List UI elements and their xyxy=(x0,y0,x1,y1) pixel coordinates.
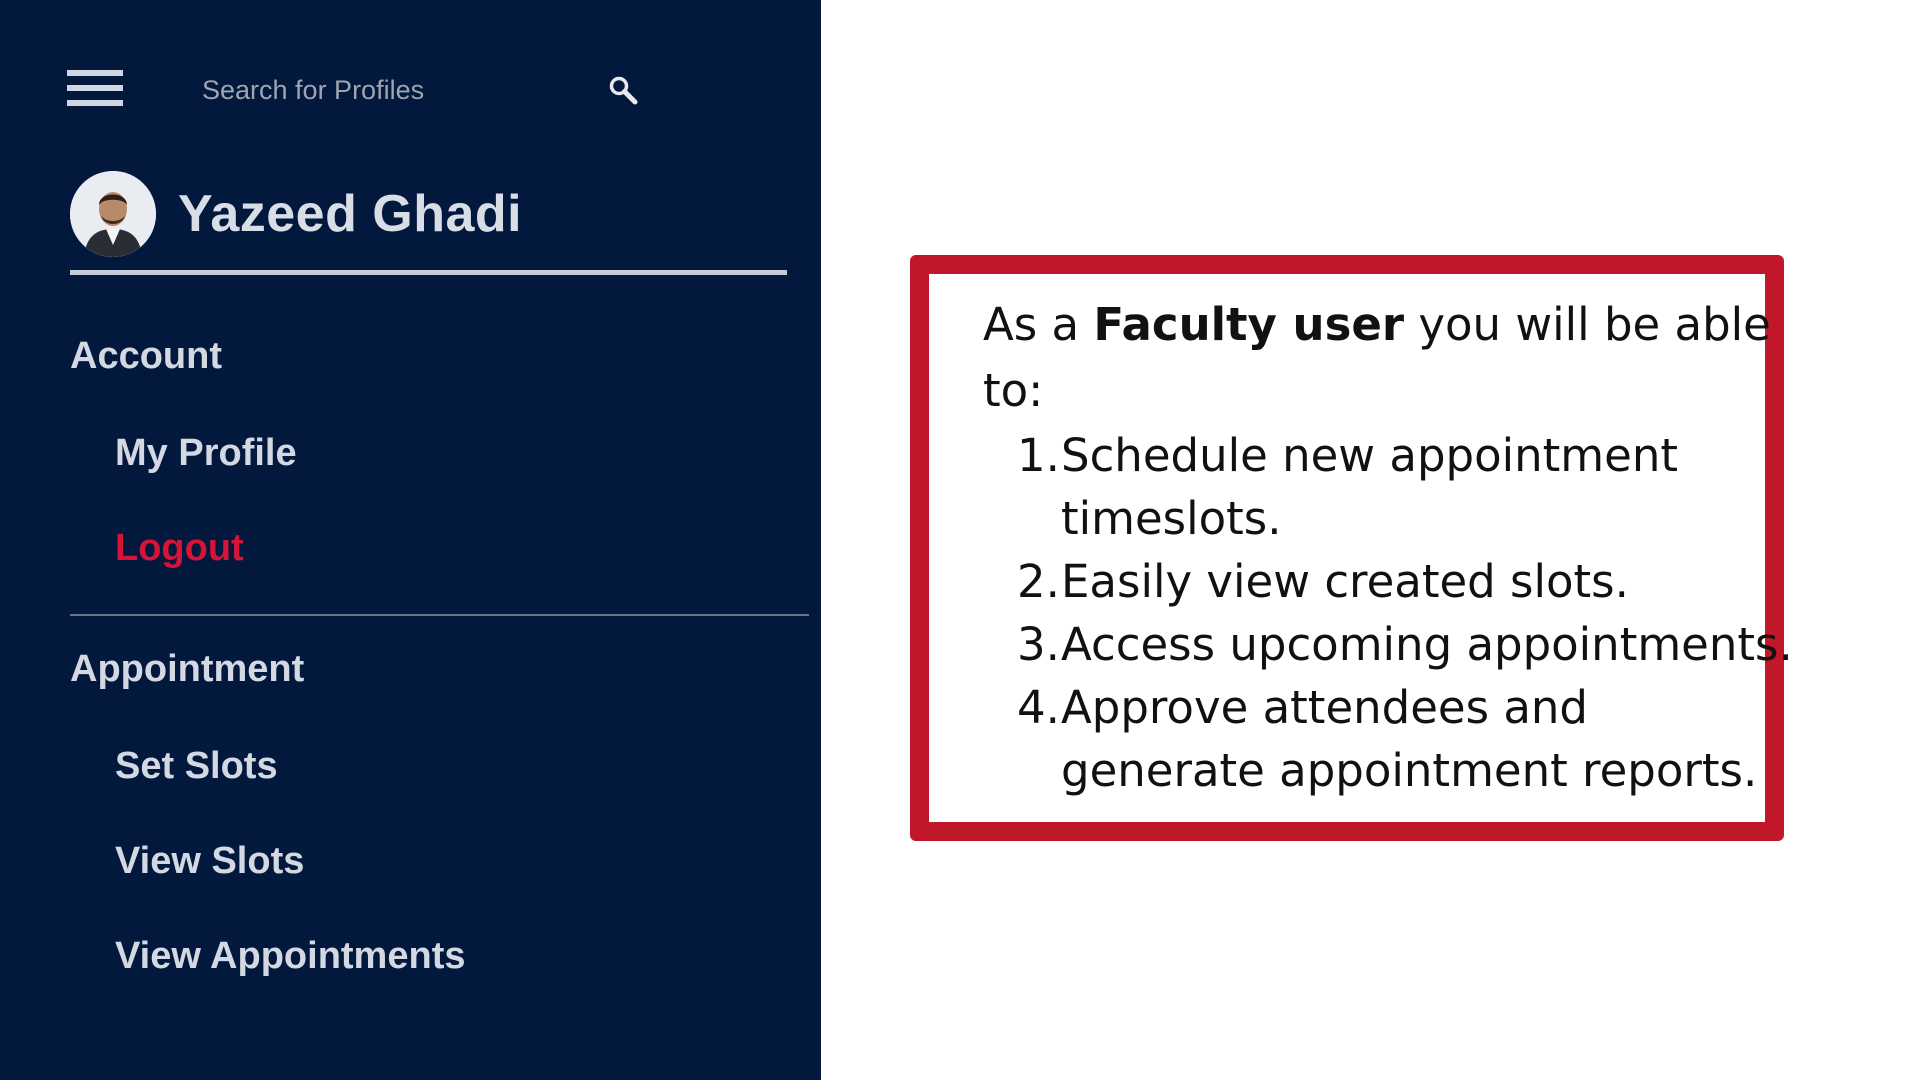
search-icon[interactable] xyxy=(608,75,638,105)
info-intro-prefix: As a xyxy=(983,298,1094,351)
list-item-number: 3. xyxy=(1017,618,1060,671)
info-list: 1. Schedule new appointment timeslots. 2… xyxy=(983,424,1803,802)
avatar[interactable] xyxy=(70,171,156,257)
divider xyxy=(70,614,809,616)
nav-item-view-appointments[interactable]: View Appointments xyxy=(115,935,465,978)
nav-item-my-profile[interactable]: My Profile xyxy=(115,432,297,475)
avatar-image xyxy=(70,171,156,257)
profile-header: Yazeed Ghadi xyxy=(70,170,522,258)
section-title-account: Account xyxy=(70,335,222,377)
info-intro: As a Faculty user you will be able to: xyxy=(983,292,1803,424)
list-item-text: Access upcoming appointments. xyxy=(1061,618,1793,671)
page: Yazeed Ghadi Account My Profile Logout A… xyxy=(0,0,1920,1080)
profile-name[interactable]: Yazeed Ghadi xyxy=(178,184,522,244)
list-item: 2. Easily view created slots. xyxy=(983,550,1803,613)
list-item-text: Schedule new appointment timeslots. xyxy=(1061,429,1678,545)
info-intro-bold: Faculty user xyxy=(1093,298,1405,351)
list-item-text: Easily view created slots. xyxy=(1061,555,1629,608)
list-item-number: 4. xyxy=(1017,681,1060,734)
info-box: As a Faculty user you will be able to: 1… xyxy=(910,255,1793,841)
list-item-number: 1. xyxy=(1017,429,1060,482)
list-item-number: 2. xyxy=(1017,555,1060,608)
nav-item-view-slots[interactable]: View Slots xyxy=(115,840,304,883)
sidebar: Yazeed Ghadi Account My Profile Logout A… xyxy=(0,0,821,1080)
menu-icon[interactable] xyxy=(67,68,123,108)
profile-underline xyxy=(70,270,787,275)
list-item: 4. Approve attendees and generate appoin… xyxy=(983,676,1803,802)
list-item-text: Approve attendees and generate appointme… xyxy=(1061,681,1758,797)
menu-icon-bar xyxy=(67,70,123,76)
menu-icon-bar xyxy=(67,85,123,91)
search-input[interactable] xyxy=(192,68,612,112)
menu-icon-bar xyxy=(67,100,123,106)
list-item: 1. Schedule new appointment timeslots. xyxy=(983,424,1803,550)
nav-item-logout[interactable]: Logout xyxy=(115,527,244,570)
nav-item-set-slots[interactable]: Set Slots xyxy=(115,745,278,788)
list-item: 3. Access upcoming appointments. xyxy=(983,613,1803,676)
section-title-appointment: Appointment xyxy=(70,648,305,690)
